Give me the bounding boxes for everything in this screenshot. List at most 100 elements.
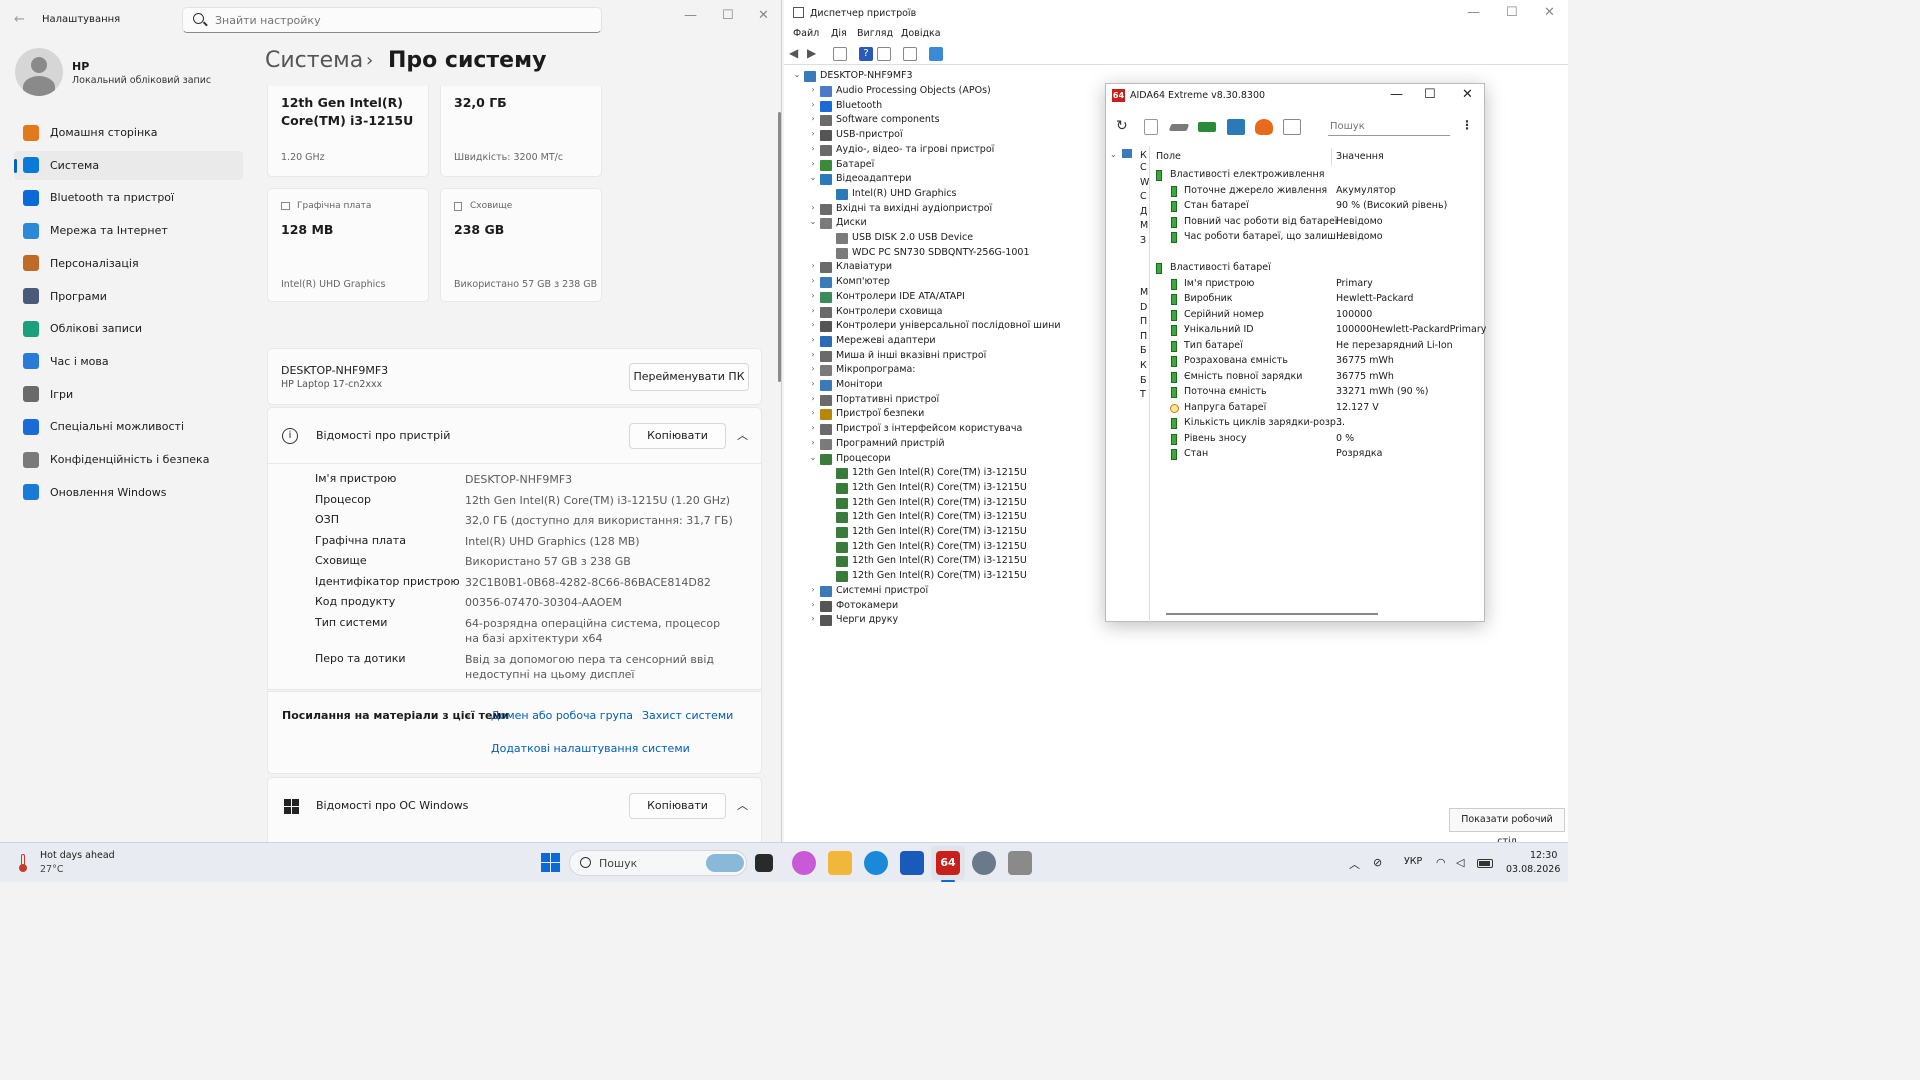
nav-tree-item[interactable]: М xyxy=(1140,287,1148,298)
domain-workgroup-link[interactable]: Домен або робоча група xyxy=(491,709,633,722)
horizontal-scrollbar[interactable] xyxy=(1166,613,1378,615)
weather-title[interactable]: Hot days ahead xyxy=(40,850,115,861)
thermometer-icon[interactable] xyxy=(16,854,30,872)
uninstall-icon[interactable] xyxy=(903,47,917,61)
chevron-right-icon[interactable]: › xyxy=(808,306,818,315)
nav-tree-item[interactable]: Д xyxy=(1140,206,1147,217)
chevron-right-icon[interactable]: › xyxy=(808,261,818,270)
copy-device-info-button[interactable]: Копіювати xyxy=(629,423,726,449)
chevron-right-icon[interactable]: › xyxy=(808,159,818,168)
chevron-right-icon[interactable]: › xyxy=(808,379,818,388)
chevron-right-icon[interactable]: › xyxy=(808,85,818,94)
forward-arrow-icon[interactable]: ▶ xyxy=(807,47,821,61)
chevron-down-icon[interactable]: ⌄ xyxy=(808,173,818,182)
back-arrow-icon[interactable]: ◀ xyxy=(789,47,803,61)
benchmark-icon[interactable] xyxy=(1255,119,1273,135)
nav-tree-item[interactable]: П xyxy=(1140,316,1147,327)
wifi-icon[interactable]: ◠ xyxy=(1436,856,1446,869)
minimize-button[interactable]: — xyxy=(1467,5,1480,20)
chevron-right-icon[interactable]: › xyxy=(808,585,818,594)
copy-windows-info-button[interactable]: Копіювати xyxy=(629,793,726,819)
scrollbar[interactable] xyxy=(778,112,781,382)
help-icon[interactable]: ? xyxy=(859,47,873,61)
chevron-right-icon[interactable]: › xyxy=(808,100,818,109)
chevron-right-icon[interactable]: › xyxy=(808,276,818,285)
nav-tree-item[interactable]: D xyxy=(1140,302,1147,313)
sidebar-item-1[interactable]: Система xyxy=(14,150,243,180)
menu-help[interactable]: Довідка xyxy=(901,28,941,39)
chevron-right-icon[interactable]: › xyxy=(808,335,818,344)
clock-time[interactable]: 12:30 xyxy=(1530,850,1557,861)
chevron-down-icon[interactable]: ⌄ xyxy=(792,70,802,79)
maximize-button[interactable]: ☐ xyxy=(1424,87,1436,102)
chevron-up-icon[interactable]: ︿ xyxy=(1349,856,1360,872)
nav-tree-item[interactable]: W xyxy=(1140,177,1149,188)
clock-date[interactable]: 03.08.2026 xyxy=(1506,864,1560,875)
chevron-down-icon[interactable]: ⌄ xyxy=(808,453,818,462)
aida64-taskbar-icon[interactable]: 64 xyxy=(936,851,960,875)
chevron-right-icon[interactable]: › xyxy=(808,203,818,212)
nav-tree-item[interactable]: Т xyxy=(1140,389,1146,400)
nav-tree-item[interactable]: С xyxy=(1140,162,1147,173)
sidebar-item-4[interactable]: Персоналізація xyxy=(14,249,243,278)
speaker-icon[interactable]: ◁ xyxy=(1456,856,1464,869)
sidebar-item-10[interactable]: Конфіденційність і безпека xyxy=(14,445,243,474)
advanced-system-settings-link[interactable]: Додаткові налаштування системи xyxy=(491,742,690,755)
properties-icon[interactable] xyxy=(833,47,847,61)
close-button[interactable]: ✕ xyxy=(758,8,769,23)
maximize-button[interactable]: ☐ xyxy=(722,8,734,23)
collapse-chevron-icon[interactable]: ︿ xyxy=(737,427,748,443)
system-protection-link[interactable]: Захист системи xyxy=(642,709,733,722)
chevron-right-icon[interactable]: › xyxy=(808,320,818,329)
network-icon[interactable] xyxy=(1227,119,1245,135)
sidebar-item-8[interactable]: Ігри xyxy=(14,380,243,409)
chevron-right-icon[interactable]: › xyxy=(808,423,818,432)
copilot-icon[interactable] xyxy=(792,851,816,875)
file-explorer-icon[interactable] xyxy=(828,851,852,875)
device-manager-taskbar-icon[interactable] xyxy=(1008,851,1032,875)
avatar[interactable] xyxy=(15,48,63,96)
menu-action[interactable]: Дія xyxy=(831,28,847,39)
search-input[interactable] xyxy=(215,11,575,29)
back-arrow-icon[interactable]: ← xyxy=(14,12,25,27)
nav-tree-item[interactable]: Б xyxy=(1140,375,1147,386)
report-icon[interactable] xyxy=(1144,119,1158,135)
more-menu-icon[interactable]: ⋮ xyxy=(1461,118,1473,132)
no-sync-icon[interactable]: ⊘ xyxy=(1373,856,1382,869)
minimize-button[interactable]: — xyxy=(1390,87,1403,102)
sidebar-item-11[interactable]: Оновлення Windows xyxy=(14,478,243,507)
chevron-right-icon[interactable]: › xyxy=(808,614,818,623)
close-button[interactable]: ✕ xyxy=(1462,87,1473,102)
battery-icon[interactable] xyxy=(1477,859,1493,868)
col-value-header[interactable]: Значення xyxy=(1336,151,1384,162)
col-separator[interactable] xyxy=(1331,148,1332,166)
edge-icon[interactable] xyxy=(864,851,888,875)
col-field-header[interactable]: Поле xyxy=(1156,151,1181,162)
start-button[interactable] xyxy=(539,851,563,875)
update-driver-icon[interactable] xyxy=(877,47,891,61)
chevron-right-icon[interactable]: › xyxy=(808,144,818,153)
store-icon[interactable] xyxy=(900,851,924,875)
sidebar-item-2[interactable]: Bluetooth та пристрої xyxy=(14,183,243,212)
sidebar-item-5[interactable]: Програми xyxy=(14,282,243,311)
chevron-right-icon[interactable]: › xyxy=(808,114,818,123)
menu-view[interactable]: Вигляд xyxy=(857,28,893,39)
close-button[interactable]: ✕ xyxy=(1544,5,1555,20)
taskbar-search[interactable]: Пошук xyxy=(569,850,747,876)
motherboard-icon[interactable] xyxy=(1168,124,1190,131)
nav-tree-item[interactable]: К xyxy=(1140,150,1147,161)
chevron-right-icon[interactable]: › xyxy=(808,408,818,417)
menu-file[interactable]: Файл xyxy=(793,28,819,39)
memory-icon[interactable] xyxy=(1198,122,1216,132)
task-view-icon[interactable] xyxy=(755,854,773,872)
chevron-right-icon[interactable]: › xyxy=(808,600,818,609)
sidebar-item-0[interactable]: Домашня сторінка xyxy=(14,118,243,147)
language-indicator[interactable]: УКР xyxy=(1404,856,1422,867)
chevron-right-icon[interactable]: › xyxy=(808,291,818,300)
tools-icon[interactable] xyxy=(1283,119,1301,135)
nav-tree-item[interactable]: З xyxy=(1140,235,1146,246)
chevron-right-icon[interactable]: › xyxy=(808,438,818,447)
maximize-button[interactable]: ☐ xyxy=(1506,5,1518,20)
chevron-right-icon[interactable]: › xyxy=(808,129,818,138)
chevron-right-icon[interactable]: › xyxy=(808,364,818,373)
